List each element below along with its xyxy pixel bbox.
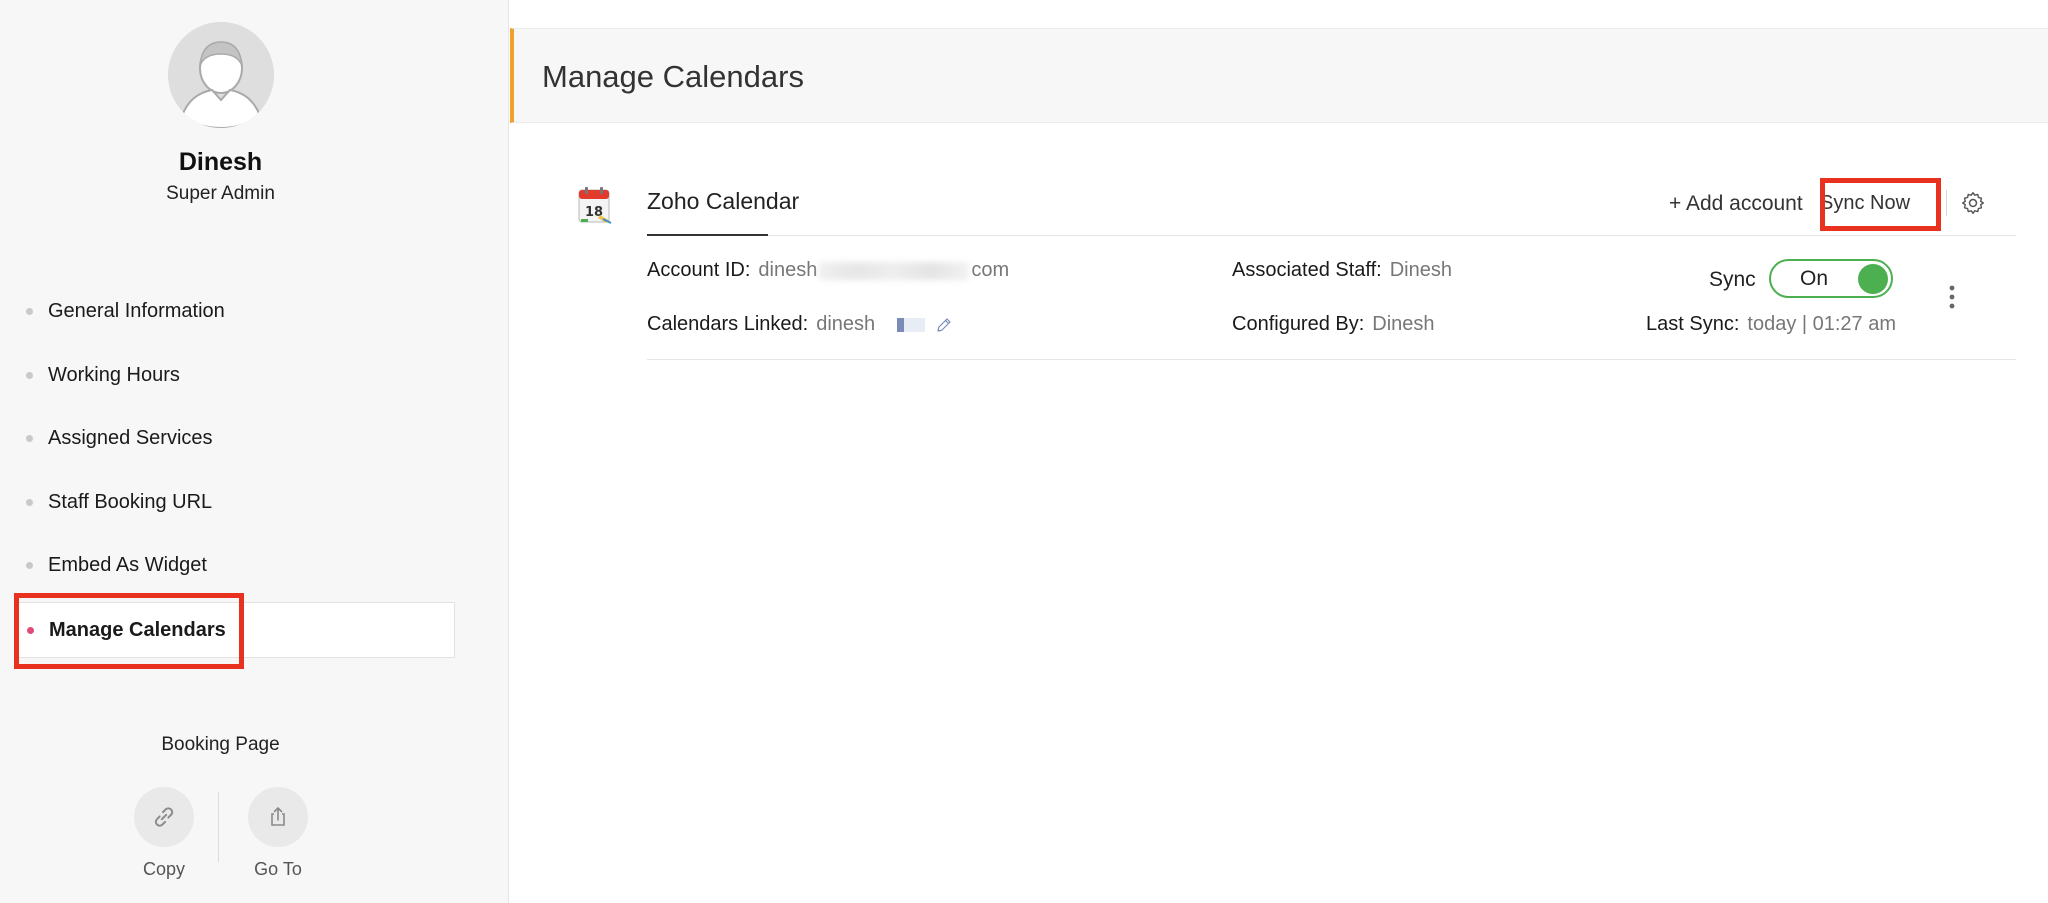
copy-label: Copy [142, 859, 186, 879]
account-id-prefix: dinesh [758, 259, 818, 281]
account-id-label: Account ID: [647, 259, 751, 281]
bullet-icon [26, 499, 33, 506]
calendars-linked-value: dinesh [816, 313, 876, 335]
configured-by-label: Configured By: [1232, 313, 1365, 335]
page-title: Manage Calendars [542, 59, 804, 94]
profile-name: Dinesh [178, 148, 263, 176]
sync-now-button[interactable]: Sync Now [1820, 192, 1910, 215]
associated-staff-label: Associated Staff: [1232, 259, 1382, 281]
sidebar-item-label: Working Hours [48, 363, 180, 386]
go-to-button[interactable]: Go To [247, 787, 309, 880]
last-sync-field: Last Sync: today | 01:27 am [1646, 313, 1896, 336]
sidebar-item-embed-as-widget[interactable]: Embed As Widget [14, 537, 455, 593]
gear-icon[interactable] [1960, 190, 1986, 221]
bullet-icon [26, 308, 33, 315]
sidebar-item-label: Assigned Services [48, 426, 213, 449]
sidebar-item-label: General Information [48, 299, 225, 322]
configured-by-field: Configured By: Dinesh [1232, 313, 1435, 336]
bullet-icon [26, 562, 33, 569]
bullet-icon [26, 372, 33, 379]
user-avatar-icon [168, 22, 274, 128]
associated-staff-field: Associated Staff: Dinesh [1232, 259, 1452, 282]
booking-page-title: Booking Page [161, 734, 280, 755]
tab-underline [647, 234, 768, 236]
share-icon [271, 807, 285, 826]
more-vertical-icon[interactable] [1948, 284, 1956, 315]
associated-staff-value: Dinesh [1389, 259, 1452, 281]
sync-label: Sync [1709, 268, 1756, 291]
page-header: Manage Calendars [510, 28, 2048, 123]
calendar-provider-name[interactable]: Zoho Calendar [647, 188, 799, 215]
toggle-knob [1858, 264, 1888, 294]
calendars-linked-field: Calendars Linked: dinesh [647, 313, 953, 336]
copy-button-circle [134, 787, 194, 847]
sidebar-item-label: Embed As Widget [48, 553, 207, 576]
configured-by-value: Dinesh [1372, 313, 1435, 335]
last-sync-label: Last Sync: [1646, 313, 1740, 335]
redacted-text [897, 317, 926, 332]
account-id-suffix: com [971, 259, 1010, 281]
redacted-text [819, 261, 970, 280]
sync-toggle-text: On [1800, 267, 1829, 290]
bullet-icon [27, 627, 34, 634]
go-to-button-circle [248, 787, 308, 847]
sidebar-item-working-hours[interactable]: Working Hours [14, 347, 455, 403]
account-id-field: Account ID: dinesh com [647, 259, 1009, 282]
sidebar-item-general-information[interactable]: General Information [14, 283, 455, 339]
sidebar-item-label: Manage Calendars [49, 618, 226, 641]
divider [647, 359, 2016, 360]
calendars-linked-label: Calendars Linked: [647, 313, 809, 335]
bullet-icon [26, 435, 33, 442]
sync-toggle[interactable]: On [1769, 259, 1893, 298]
sidebar-item-manage-calendars[interactable]: Manage Calendars [14, 602, 455, 658]
last-sync-value: today | 01:27 am [1747, 313, 1897, 335]
booking-divider [218, 792, 219, 862]
sidebar: Dinesh Super Admin General Information W… [0, 0, 509, 903]
calendar-app-icon: 18 [576, 185, 614, 230]
sidebar-item-assigned-services[interactable]: Assigned Services [14, 410, 455, 466]
copy-button[interactable]: Copy [133, 787, 195, 880]
go-to-label: Go To [254, 859, 302, 879]
profile-role: Super Admin [166, 183, 275, 204]
divider [647, 235, 2016, 236]
sidebar-item-staff-booking-url[interactable]: Staff Booking URL [14, 474, 455, 530]
add-account-button[interactable]: + Add account [1669, 192, 1803, 216]
edit-pencil-icon[interactable] [935, 316, 953, 334]
divider [1946, 190, 1947, 216]
sidebar-item-label: Staff Booking URL [48, 490, 213, 513]
link-icon [154, 807, 174, 827]
